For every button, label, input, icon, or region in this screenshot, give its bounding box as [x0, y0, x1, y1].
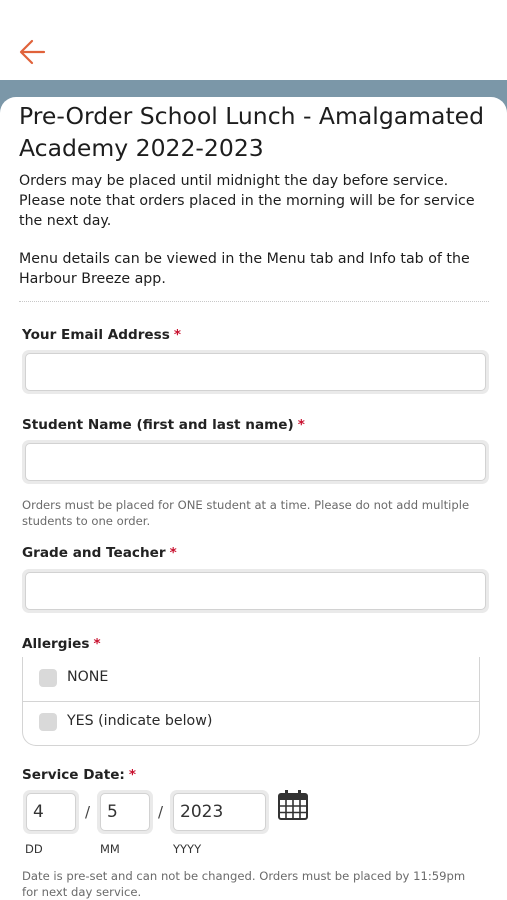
grade-teacher-label: Grade and Teacher * — [22, 545, 177, 561]
student-name-hint: Orders must be placed for ONE student at… — [22, 498, 470, 528]
required-mark: * — [169, 545, 177, 561]
checkbox[interactable] — [39, 713, 57, 731]
required-mark: * — [128, 767, 136, 783]
form-description-app: Menu details can be viewed in the Menu t… — [19, 251, 470, 287]
service-date-hint: Date is pre-set and can not be changed. … — [22, 869, 466, 899]
calendar-icon — [278, 790, 308, 820]
required-mark: * — [297, 417, 305, 433]
form-description: Orders may be placed until midnight the … — [19, 173, 475, 229]
student-name-field[interactable] — [22, 440, 489, 484]
allergy-option-yes[interactable]: YES (indicate below) — [23, 701, 479, 745]
option-label: YES (indicate below) — [67, 713, 213, 729]
day-input[interactable]: 4 — [23, 790, 79, 834]
required-mark: * — [173, 327, 181, 343]
month-input[interactable]: 5 — [97, 790, 153, 834]
form-title: Pre-Order School Lunch - Amalgamated Aca… — [19, 102, 485, 162]
allergy-option-none[interactable]: NONE — [23, 657, 479, 701]
year-input[interactable]: 2023 — [170, 790, 269, 834]
checkbox[interactable] — [39, 669, 57, 687]
email-label: Your Email Address * — [22, 327, 181, 343]
top-bar — [0, 0, 507, 80]
service-date-label: Service Date: * — [22, 767, 136, 783]
month-sublabel: MM — [100, 842, 120, 856]
required-mark: * — [93, 636, 101, 652]
divider — [19, 301, 489, 302]
day-sublabel: DD — [25, 842, 43, 856]
email-field[interactable] — [22, 350, 489, 394]
option-label: NONE — [67, 669, 109, 685]
allergies-label: Allergies * — [22, 636, 101, 652]
back-button[interactable] — [14, 36, 50, 68]
date-separator: / — [158, 803, 164, 821]
student-name-label: Student Name (first and last name) * — [22, 417, 305, 433]
grade-teacher-field[interactable] — [22, 569, 489, 613]
arrow-left-icon — [19, 39, 46, 65]
allergies-options: NONE YES (indicate below) — [22, 657, 480, 746]
year-sublabel: YYYY — [173, 842, 202, 856]
calendar-button[interactable] — [277, 789, 309, 821]
date-separator: / — [85, 803, 91, 821]
